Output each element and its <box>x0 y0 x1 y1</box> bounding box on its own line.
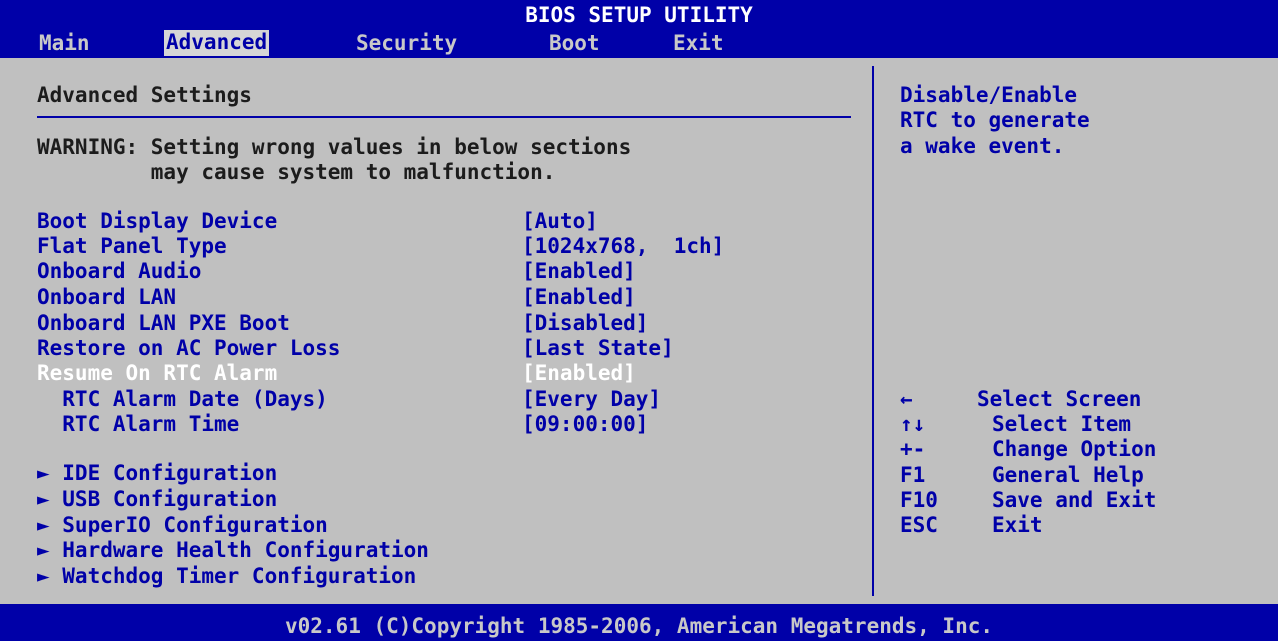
page-title: Advanced Settings <box>37 83 252 107</box>
submenu-hardware-health-configuration[interactable]: ► Hardware Health Configuration <box>37 538 429 564</box>
help-text-line-2: RTC to generate <box>900 108 1090 132</box>
setting-onboard-lan-pxe-boot-value[interactable]: [Disabled] <box>522 311 648 337</box>
setting-rtc-alarm-time-value[interactable]: [09:00:00] <box>522 412 648 438</box>
setting-resume-on-rtc-alarm-value[interactable]: [Enabled] <box>522 361 636 387</box>
key-help-exit: Exit <box>992 513 1043 537</box>
submenu-ide-configuration[interactable]: ► IDE Configuration <box>37 461 277 487</box>
setting-onboard-audio-value[interactable]: [Enabled] <box>522 259 636 285</box>
setting-resume-on-rtc-alarm[interactable]: Resume On RTC Alarm <box>37 361 277 387</box>
key-help-change-option: Change Option <box>992 437 1157 461</box>
key-esc: ESC <box>900 513 938 537</box>
setting-restore-on-ac-power-loss-value[interactable]: [Last State] <box>522 336 674 362</box>
setting-onboard-lan-value[interactable]: [Enabled] <box>522 285 636 311</box>
setting-onboard-audio[interactable]: Onboard Audio <box>37 259 201 285</box>
window-title: BIOS SETUP UTILITY <box>525 3 753 27</box>
setting-onboard-lan-pxe-boot[interactable]: Onboard LAN PXE Boot <box>37 311 290 337</box>
setting-flat-panel-type[interactable]: Flat Panel Type <box>37 234 227 260</box>
tab-advanced[interactable]: Advanced <box>164 30 270 56</box>
key-f1: F1 <box>900 463 926 487</box>
warning-line-1: WARNING: Setting wrong values in below s… <box>37 135 632 159</box>
setting-rtc-alarm-date[interactable]: RTC Alarm Date (Days) <box>37 387 328 413</box>
tab-boot[interactable]: Boot <box>547 31 602 57</box>
setting-boot-display-device[interactable]: Boot Display Device <box>37 209 277 235</box>
left-arrow-icon: ← <box>900 387 913 411</box>
copyright-text: v02.61 (C)Copyright 1985-2006, American … <box>284 614 993 638</box>
setting-flat-panel-type-value[interactable]: [1024x768, 1ch] <box>522 234 724 260</box>
key-help-save-and-exit: Save and Exit <box>992 488 1157 512</box>
setting-rtc-alarm-time[interactable]: RTC Alarm Time <box>37 412 239 438</box>
heading-divider <box>37 116 851 118</box>
key-help-general-help: General Help <box>992 463 1144 487</box>
key-f10: F10 <box>900 488 938 512</box>
plus-minus-icon: +- <box>900 437 926 461</box>
submenu-watchdog-timer-configuration[interactable]: ► Watchdog Timer Configuration <box>37 564 416 590</box>
setting-rtc-alarm-date-value[interactable]: [Every Day] <box>522 387 661 413</box>
up-down-arrow-icon: ↑↓ <box>900 412 926 436</box>
help-text-line-1: Disable/Enable <box>900 83 1078 107</box>
help-text-line-3: a wake event. <box>900 134 1065 158</box>
setting-restore-on-ac-power-loss[interactable]: Restore on AC Power Loss <box>37 336 340 362</box>
submenu-superio-configuration[interactable]: ► SuperIO Configuration <box>37 513 328 539</box>
submenu-usb-configuration[interactable]: ► USB Configuration <box>37 487 277 513</box>
setting-onboard-lan[interactable]: Onboard LAN <box>37 285 176 311</box>
tab-main[interactable]: Main <box>37 31 92 57</box>
warning-line-2: may cause system to malfunction. <box>37 160 556 184</box>
key-help-select-item: Select Item <box>992 412 1132 436</box>
tab-exit[interactable]: Exit <box>671 31 726 57</box>
tab-security[interactable]: Security <box>354 31 459 57</box>
key-help-select-screen: Select Screen <box>977 387 1142 411</box>
setting-boot-display-device-value[interactable]: [Auto] <box>522 209 598 235</box>
